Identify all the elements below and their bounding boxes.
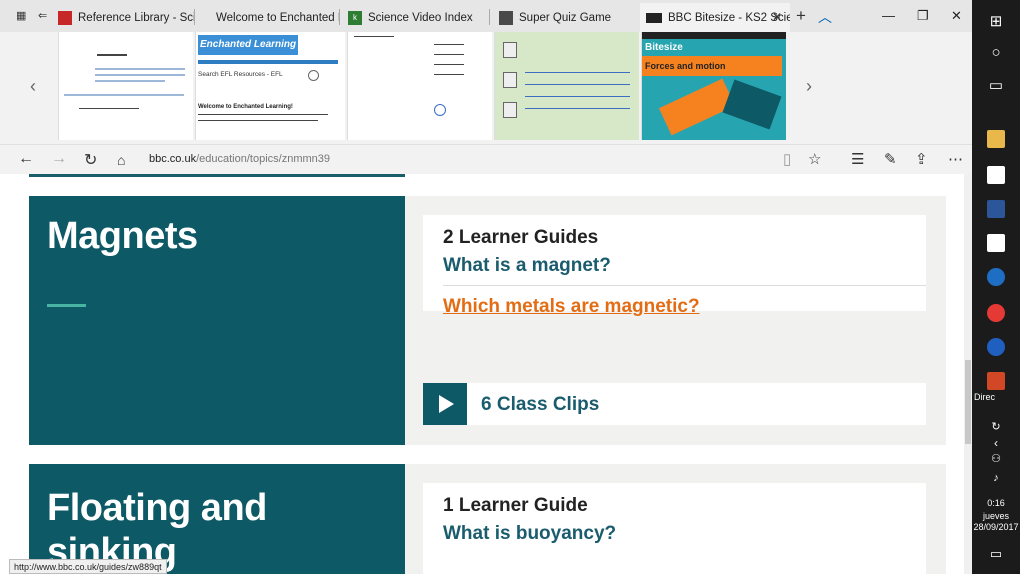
share-icon[interactable]: ⇪ [915, 150, 928, 168]
url-domain: bbc.co.uk [149, 153, 197, 165]
thumbnail-science-video-index[interactable] [347, 32, 492, 140]
file-explorer-icon[interactable] [987, 130, 1005, 148]
network-icon[interactable]: ⚇ [972, 452, 1020, 465]
status-url-tooltip: http://www.bbc.co.uk/guides/zw889qt [9, 559, 167, 574]
guides-count: 1 Learner Guide [443, 495, 588, 516]
new-tab-icon[interactable]: + [796, 6, 806, 26]
action-center-icon[interactable]: ▭ [972, 546, 1020, 562]
topic-panel[interactable]: Floating and sinking [29, 464, 405, 574]
thumbnail-enchanted-learning[interactable]: Enchanted Learning Search EFL Resources … [195, 32, 345, 140]
powerpoint-icon[interactable] [987, 372, 1005, 390]
clock-day[interactable]: jueves [972, 511, 1020, 522]
tab-reference-library[interactable]: Reference Library - Science [52, 3, 195, 32]
tab-enchanted-learning[interactable]: Welcome to Enchanted Lear [210, 3, 340, 32]
scrollbar-thumb[interactable] [965, 360, 971, 444]
quiz-favicon-icon [499, 10, 513, 25]
bbc-favicon-icon [646, 12, 662, 23]
task-view-icon[interactable]: ▭ [972, 76, 1020, 94]
address-bar: ← → ↻ ⌂ bbc.co.uk/education/topics/znmmn… [0, 144, 972, 174]
guides-count: 2 Learner Guides [443, 227, 599, 248]
tab-bbc-bitesize[interactable]: BBC Bitesize - KS2 Scier ✕ [640, 3, 790, 32]
topic-card-magnets: Magnets 2 Learner Guides What is a magne… [29, 196, 946, 445]
class-clips-button[interactable]: 6 Class Clips [423, 383, 926, 425]
restore-tabs-icon[interactable]: ⇐ [38, 9, 47, 22]
topic-panel[interactable]: Magnets [29, 196, 405, 445]
tab-title: Reference Library - Science [78, 11, 195, 24]
close-window-icon[interactable]: ✕ [951, 8, 962, 24]
science-video-favicon-icon: k [348, 10, 362, 25]
learner-guides-box: 1 Learner Guide What is buoyancy? [423, 483, 926, 574]
clock-time[interactable]: 0:16 [972, 498, 1020, 509]
favorites-hub-icon[interactable]: ☰ [851, 150, 864, 168]
set-aside-tabs-icon[interactable]: ▦ [16, 9, 26, 22]
taskbar-app-label[interactable]: Direc [972, 392, 1020, 403]
topic-title[interactable]: Magnets [47, 214, 198, 258]
guide-link-which-metals-are-magnetic[interactable]: Which metals are magnetic? [423, 286, 926, 318]
store-icon[interactable] [987, 166, 1005, 184]
start-windows-icon[interactable]: ⊞ [972, 12, 1020, 30]
accent-dash [47, 304, 86, 307]
thumb-bitesize-brand: Bitesize [645, 42, 683, 53]
tab-title: Science Video Index [368, 11, 473, 24]
play-icon [423, 383, 467, 425]
tab-previews: ‹ Enchanted Learning Search EFL Resource… [0, 32, 972, 144]
hide-previews-chevron-icon[interactable]: ︿ [818, 7, 832, 27]
cortana-icon[interactable]: ○ [972, 44, 1020, 61]
close-tab-icon[interactable]: ✕ [772, 10, 782, 24]
favorite-star-icon[interactable]: ☆ [808, 150, 821, 168]
refresh-icon[interactable]: ↻ [84, 150, 97, 170]
learner-guides-box: 2 Learner Guides What is a magnet? Which… [423, 215, 926, 317]
back-icon[interactable]: ← [18, 150, 34, 168]
more-icon[interactable]: ⋯ [948, 150, 963, 168]
scroll-left-icon[interactable]: ‹ [30, 76, 36, 97]
thumbnail-bbc-bitesize[interactable]: Bitesize Forces and motion [641, 32, 786, 140]
tab-super-quiz-game[interactable]: Super Quiz Game [493, 3, 637, 32]
divider [29, 174, 405, 177]
thumb-heading: Search EFL Resources - EFL [198, 71, 283, 78]
reading-view-icon[interactable]: ▯ [783, 150, 791, 168]
topic-card-floating-and-sinking: Floating and sinking 1 Learner Guide Wha… [29, 464, 946, 574]
tab-title: Super Quiz Game [519, 11, 612, 24]
guide-link-what-is-a-magnet[interactable]: What is a magnet? [423, 255, 926, 285]
forward-icon[interactable]: → [51, 150, 67, 168]
tab-science-video-index[interactable]: k Science Video Index [342, 3, 490, 32]
thumb-heading: Welcome to Enchanted Learning! [198, 104, 293, 110]
url-field[interactable]: bbc.co.uk/education/topics/znmmn39 [149, 153, 330, 165]
clock-date[interactable]: 28/09/2017 [972, 522, 1020, 533]
page-content: Magnets 2 Learner Guides What is a magne… [0, 174, 965, 574]
chrome-icon[interactable] [987, 304, 1005, 322]
url-path: /education/topics/znmmn39 [196, 153, 331, 165]
tab-bar: ▦ ⇐ Reference Library - Science Welcome … [0, 0, 972, 32]
taskbar: ⊞ ○ ▭ Direc ↻ ‹ ⚇ ♪ 0:16 jueves 28/09/20… [972, 0, 1020, 574]
mail-icon[interactable] [987, 234, 1005, 252]
volume-icon[interactable]: ♪ [972, 472, 1020, 484]
edge-icon[interactable] [987, 268, 1005, 286]
web-note-icon[interactable]: ✎ [884, 150, 897, 168]
word-icon[interactable] [987, 200, 1005, 218]
tab-title: Welcome to Enchanted Lear [216, 11, 340, 24]
minimize-icon[interactable]: — [882, 8, 895, 23]
scroll-right-icon[interactable]: › [806, 76, 812, 97]
thumbnail-super-quiz-game[interactable] [494, 32, 639, 140]
enchanted-logo: Enchanted Learning [198, 35, 298, 55]
guide-link-what-is-buoyancy[interactable]: What is buoyancy? [423, 523, 926, 545]
refresh-app-icon[interactable]: ↻ [972, 420, 1020, 433]
maximize-icon[interactable]: ❐ [917, 8, 929, 24]
show-hidden-icons-chevron[interactable]: ‹ [972, 436, 1020, 450]
reference-library-favicon-icon [58, 10, 72, 25]
media-player-icon[interactable] [987, 338, 1005, 356]
class-clips-label: 6 Class Clips [481, 394, 600, 415]
thumbnail-reference-library[interactable] [58, 32, 193, 140]
thumb-bitesize-topic: Forces and motion [642, 56, 782, 76]
home-icon[interactable]: ⌂ [117, 152, 125, 168]
